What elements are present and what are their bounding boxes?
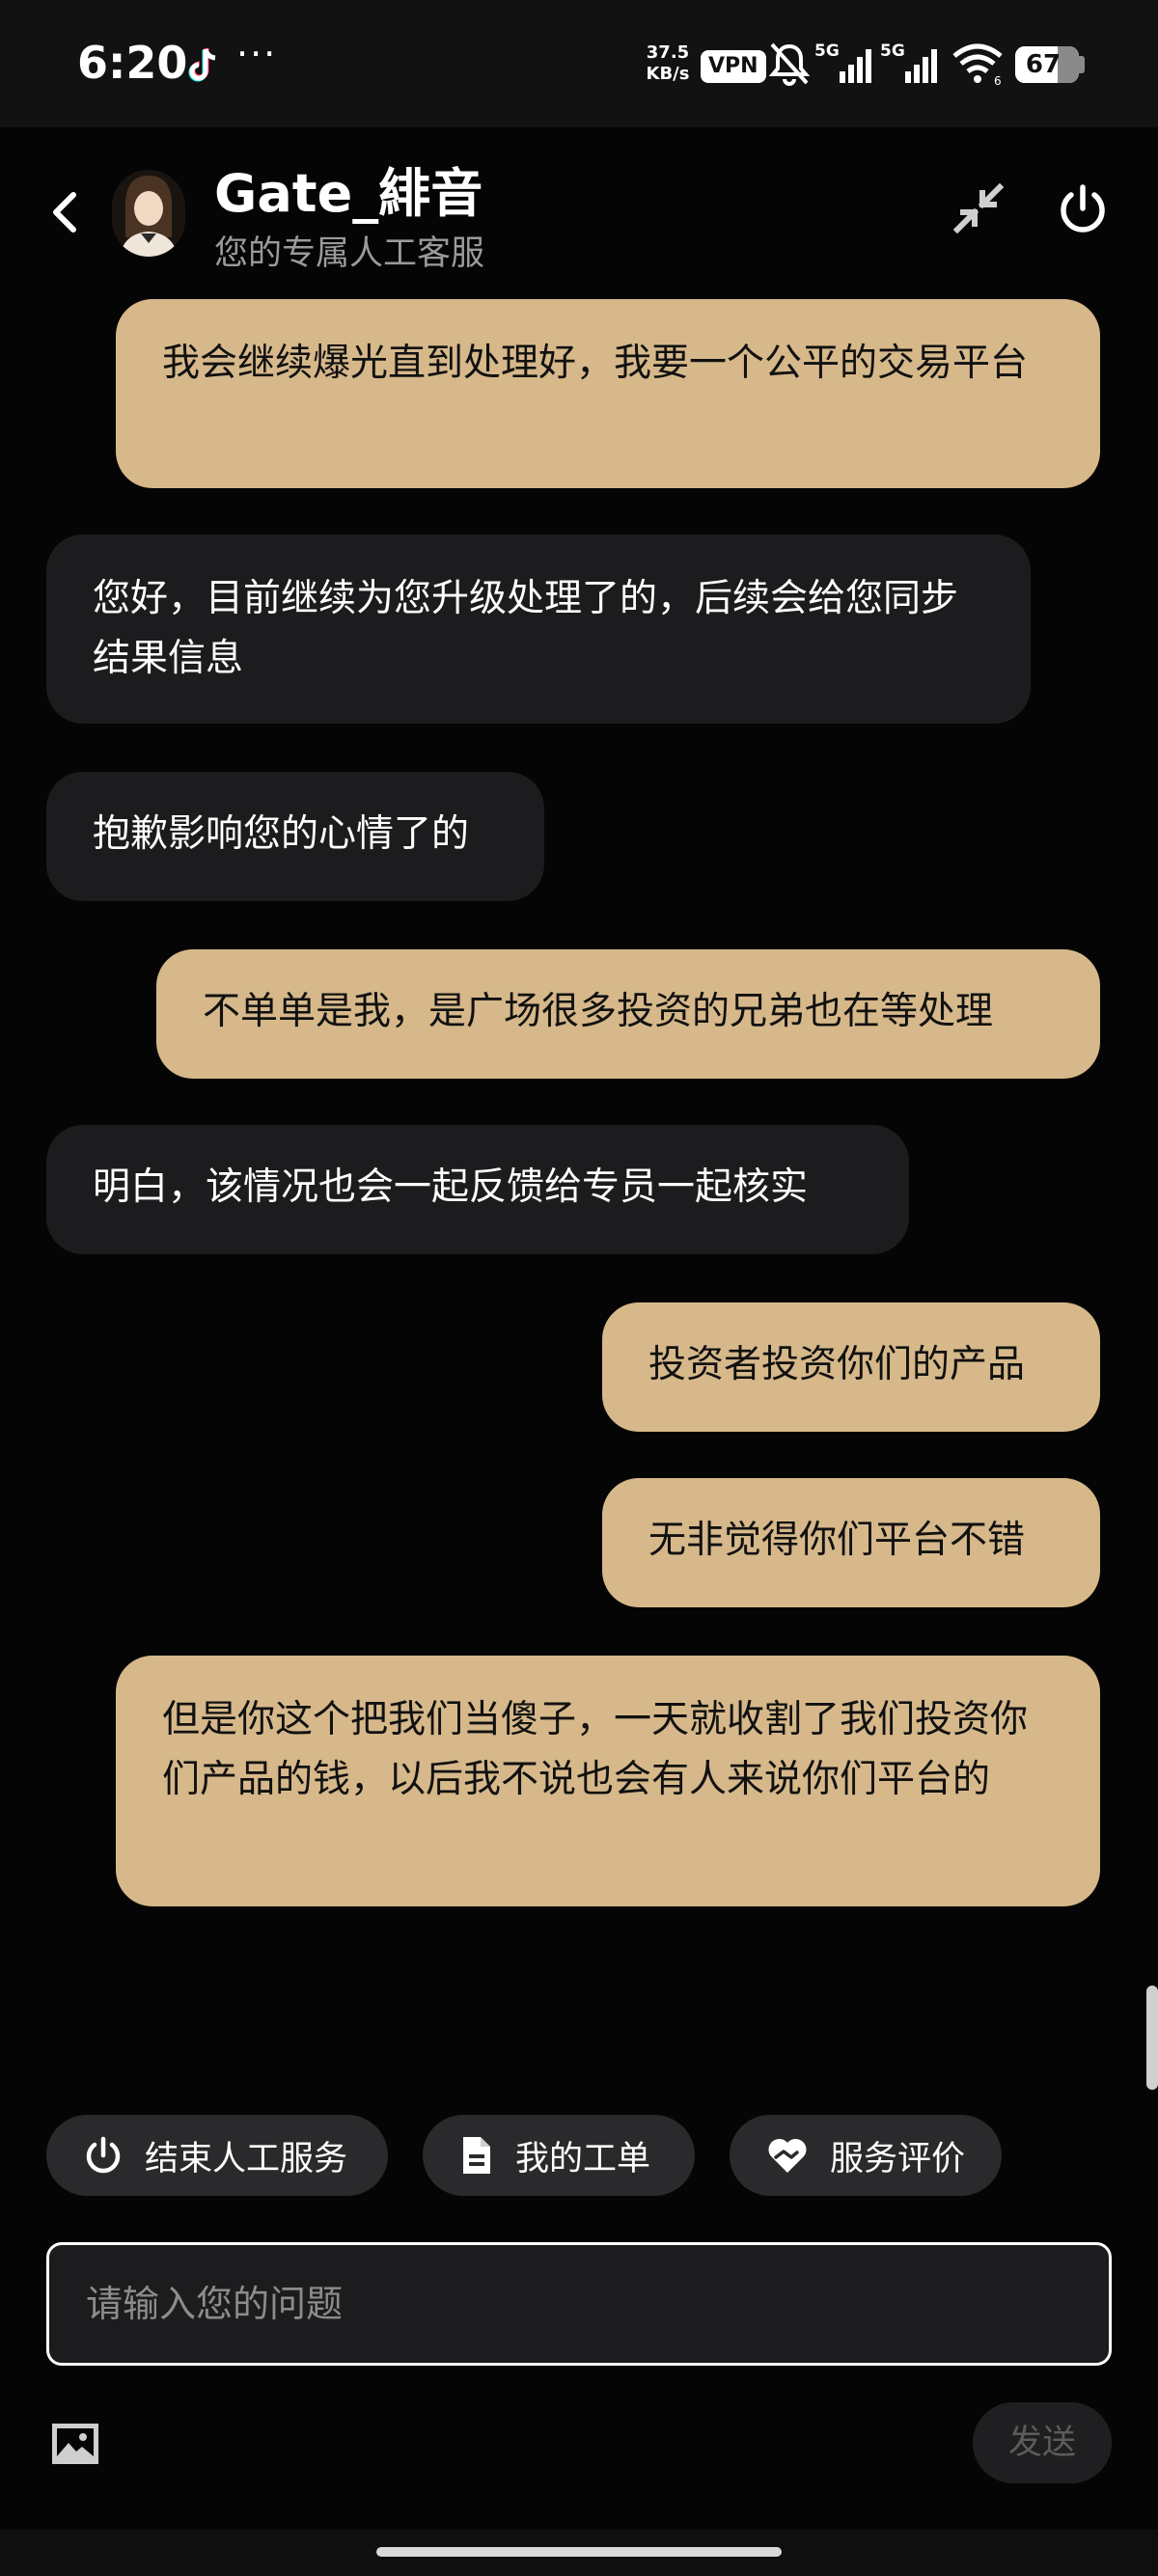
heart-handshake-icon [768, 2138, 807, 2173]
network-speed: 37.5 KB/s [646, 42, 690, 84]
message-text: 投资者投资你们的产品 [648, 1343, 1026, 1386]
message-bubble-user: 投资者投资你们的产品 [602, 1302, 1100, 1432]
message-bubble-user: 但是你这个把我们当傻子，一天就收割了我们投资你们产品的钱，以后我不说也会有人来说… [116, 1656, 1100, 1906]
message-bubble-user: 不单单是我，是广场很多投资的兄弟也在等处理 [156, 949, 1100, 1079]
tiktok-icon [188, 48, 216, 82]
battery-icon: 67 [1015, 46, 1079, 83]
message-bubble-user: 我会继续爆光直到处理好，我要一个公平的交易平台 [116, 299, 1100, 488]
home-indicator[interactable] [376, 2547, 782, 2557]
more-notifications-icon: ··· [236, 33, 278, 75]
power-icon [86, 2136, 121, 2174]
message-text: 无非觉得你们平台不错 [648, 1519, 1026, 1562]
battery-level: 67 [1025, 50, 1062, 79]
mute-bell-icon [768, 42, 811, 86]
svg-text:5G: 5G [880, 41, 905, 61]
scrollbar[interactable] [1146, 1986, 1158, 2090]
message-text: 我会继续爆光直到处理好，我要一个公平的交易平台 [162, 342, 1029, 385]
signal-5g-icon: 5G [814, 41, 871, 83]
power-icon[interactable] [1056, 181, 1110, 235]
message-input-box[interactable] [46, 2242, 1112, 2366]
message-text: 不单单是我，是广场很多投资的兄弟也在等处理 [203, 990, 994, 1033]
back-arrow-icon[interactable] [46, 185, 81, 239]
svg-text:5G: 5G [814, 41, 840, 61]
message-text: 抱歉影响您的心情了的 [93, 812, 470, 856]
agent-name: Gate_緋音 [214, 163, 483, 224]
minimize-icon[interactable] [953, 183, 1004, 233]
battery-tip [1079, 56, 1085, 73]
signal-5g-icon-2: 5G [880, 41, 937, 83]
service-rating-button[interactable]: 服务评价 [730, 2115, 1002, 2196]
my-tickets-label: 我的工单 [515, 2139, 651, 2179]
agent-avatar [112, 170, 185, 257]
message-input[interactable] [49, 2245, 1109, 2363]
send-button[interactable]: 发送 [973, 2402, 1112, 2483]
vpn-badge: VPN [701, 50, 766, 83]
end-service-label: 结束人工服务 [145, 2139, 348, 2179]
service-rating-label: 服务评价 [830, 2139, 966, 2179]
agent-subtitle: 您的专属人工客服 [214, 234, 485, 273]
message-bubble-user: 无非觉得你们平台不错 [602, 1478, 1100, 1607]
message-bubble-agent: 抱歉影响您的心情了的 [46, 772, 544, 901]
message-text: 但是你这个把我们当傻子，一天就收割了我们投资你们产品的钱，以后我不说也会有人来说… [162, 1698, 1029, 1801]
end-service-button[interactable]: 结束人工服务 [46, 2115, 388, 2196]
svg-text:6: 6 [994, 74, 1002, 87]
message-text: 您好，目前继续为您升级处理了的，后续会给您同步结果信息 [93, 577, 959, 680]
document-icon [463, 2137, 490, 2174]
chat-screen: 6:20 ··· 37.5 KB/s VPN 5G 5G 6 67 Gate_緋… [0, 0, 1158, 2576]
chat-header: Gate_緋音 您的专属人工客服 [0, 127, 1158, 293]
my-tickets-button[interactable]: 我的工单 [423, 2115, 695, 2196]
image-upload-icon[interactable] [50, 2422, 100, 2466]
message-bubble-agent: 您好，目前继续为您升级处理了的，后续会给您同步结果信息 [46, 534, 1031, 724]
status-bar: 6:20 ··· 37.5 KB/s VPN 5G 5G 6 67 [0, 0, 1158, 127]
wifi-icon: 6 [952, 43, 1003, 87]
message-bubble-agent: 明白，该情况也会一起反馈给专员一起核实 [46, 1125, 909, 1254]
status-time: 6:20 [77, 37, 188, 89]
message-text: 明白，该情况也会一起反馈给专员一起核实 [93, 1165, 809, 1209]
